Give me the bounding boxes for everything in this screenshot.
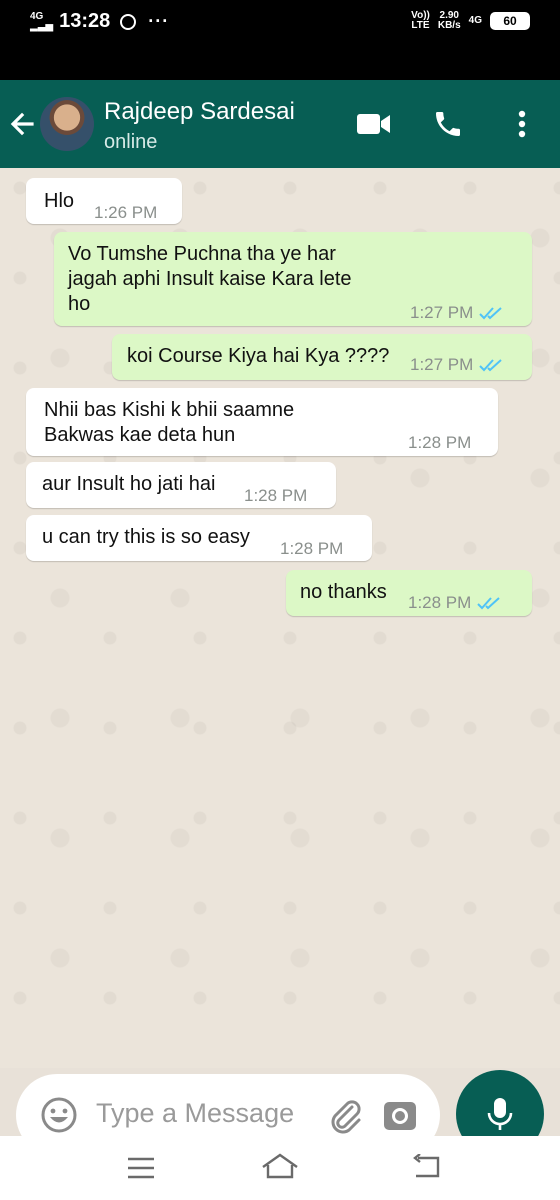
voice-call-icon bbox=[436, 112, 460, 136]
message-bubble-outgoing[interactable]: koi Course Kiya hai Kya ???? 1:27 PM bbox=[112, 334, 532, 380]
message-list[interactable]: Hlo 1:26 PM Vo Tumshe Puchna tha ye har … bbox=[0, 168, 560, 1068]
whatsapp-notification-icon bbox=[120, 13, 137, 30]
more-options-button[interactable] bbox=[502, 104, 542, 144]
contact-status: online bbox=[104, 131, 158, 153]
message-time: 1:27 PM bbox=[410, 355, 474, 374]
menu-icon[interactable] bbox=[126, 1156, 156, 1180]
voice-call-button[interactable] bbox=[428, 104, 468, 144]
signal-icon: 4G ▂▃▅ bbox=[30, 10, 54, 32]
more-notifications-icon: ··· bbox=[148, 11, 170, 31]
back-icon[interactable] bbox=[412, 1154, 442, 1180]
message-time: 1:28 PM bbox=[244, 486, 308, 505]
message-time: 1:28 PM bbox=[280, 539, 344, 558]
back-arrow-icon[interactable] bbox=[6, 106, 38, 142]
network-type-right: 4G bbox=[468, 15, 482, 26]
chat-header: Rajdeep Sardesai online bbox=[0, 80, 560, 168]
message-meta: 1:27 PM bbox=[410, 300, 505, 325]
video-call-icon bbox=[357, 114, 390, 134]
message-bubble-outgoing[interactable]: no thanks 1:28 PM bbox=[286, 570, 532, 616]
message-bubble-incoming[interactable]: Hlo 1:26 PM bbox=[26, 178, 182, 224]
read-receipt-icon bbox=[477, 597, 500, 610]
message-bubble-outgoing[interactable]: Vo Tumshe Puchna tha ye har jagah aphi I… bbox=[54, 232, 532, 326]
network-speed: 2.90 KB/s bbox=[437, 10, 461, 31]
message-time: 1:28 PM bbox=[408, 593, 472, 612]
message-text: u can try this is so easy bbox=[42, 526, 250, 548]
message-meta: 1:28 PM bbox=[408, 590, 503, 615]
read-receipt-icon bbox=[479, 359, 502, 372]
network-type: 4G bbox=[30, 10, 44, 22]
camera-icon[interactable] bbox=[382, 1098, 418, 1132]
message-text: Hlo bbox=[44, 190, 75, 212]
message-time: 1:26 PM bbox=[94, 203, 158, 222]
message-input[interactable]: Type a Message bbox=[96, 1098, 294, 1129]
message-text: Vo Tumshe Puchna tha ye har jagah aphi I… bbox=[68, 243, 352, 315]
message-time: 1:28 PM bbox=[408, 433, 472, 452]
message-bubble-incoming[interactable]: aur Insult ho jati hai 1:28 PM bbox=[26, 462, 336, 508]
avatar[interactable] bbox=[40, 97, 94, 151]
video-call-button[interactable] bbox=[354, 104, 394, 144]
read-receipt-icon bbox=[479, 307, 502, 320]
message-text: aur Insult ho jati hai bbox=[42, 473, 216, 495]
battery-icon: 60 bbox=[490, 12, 530, 30]
message-text: Nhii bas Kishi k bhii saamne Bakwas kae … bbox=[44, 399, 295, 446]
mic-icon bbox=[487, 1098, 513, 1130]
volte-indicator: Vo)) LTE bbox=[411, 10, 430, 31]
emoji-icon[interactable] bbox=[40, 1096, 78, 1134]
message-text: no thanks bbox=[300, 581, 387, 603]
attach-icon[interactable] bbox=[328, 1098, 364, 1134]
message-meta: 1:27 PM bbox=[410, 352, 505, 377]
message-time: 1:27 PM bbox=[410, 303, 474, 322]
clock: 13:28 bbox=[59, 10, 111, 32]
contact-name[interactable]: Rajdeep Sardesai bbox=[104, 98, 295, 126]
more-options-icon bbox=[518, 110, 526, 138]
home-icon[interactable] bbox=[260, 1152, 300, 1180]
message-text: koi Course Kiya hai Kya ???? bbox=[127, 345, 390, 367]
status-bar: 4G ▂▃▅ 13:28 ··· Vo)) LTE 2.90 KB/s 4G 60 bbox=[0, 0, 560, 80]
message-bubble-incoming[interactable]: Nhii bas Kishi k bhii saamne Bakwas kae … bbox=[26, 388, 498, 456]
system-navigation-bar bbox=[0, 1136, 560, 1200]
message-bubble-incoming[interactable]: u can try this is so easy 1:28 PM bbox=[26, 515, 372, 561]
